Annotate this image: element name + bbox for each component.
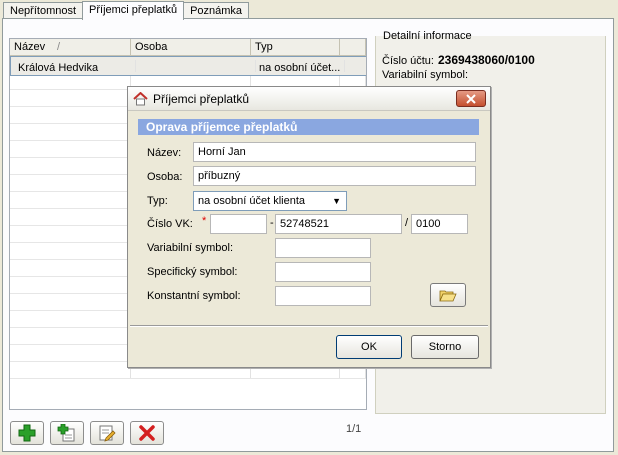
cell-typ: na osobní účet... (256, 60, 345, 72)
nazev-label: Název: (147, 147, 182, 159)
vk-number-input[interactable]: 52748521 (275, 214, 402, 234)
konstantni-input[interactable] (275, 286, 371, 306)
typ-label: Typ: (147, 195, 168, 207)
specificky-input[interactable] (275, 262, 371, 282)
dialog-close-button[interactable] (456, 90, 486, 107)
tab-nepritomnost[interactable]: Nepřítomnost (3, 2, 84, 19)
cell-osoba (136, 60, 256, 72)
delete-x-icon (139, 425, 155, 441)
osoba-input[interactable]: příbuzný (193, 166, 476, 186)
folder-open-icon (439, 290, 457, 301)
detail-account-label: Číslo účtu: (382, 55, 434, 67)
cell-extra (345, 60, 366, 72)
plus-icon (18, 424, 36, 442)
add-copy-button[interactable] (50, 421, 84, 445)
konstantni-label: Konstantní symbol: (147, 290, 241, 302)
pager: 1/1 (346, 423, 362, 435)
typ-select[interactable]: na osobní účet klienta ▼ (193, 191, 347, 211)
vk-bank-input[interactable]: 0100 (411, 214, 468, 234)
tab-poznamka[interactable]: Poznámka (183, 2, 250, 19)
specificky-label: Specifický symbol: (147, 266, 238, 278)
edit-icon (99, 425, 116, 442)
sort-indicator: / (57, 41, 61, 53)
osoba-label: Osoba: (147, 171, 183, 183)
nazev-input[interactable]: Horní Jan (193, 142, 476, 162)
home-icon (133, 92, 148, 106)
detail-variable-symbol-label: Variabilní symbol: (382, 69, 468, 81)
detail-title: Detailní informace (383, 30, 472, 42)
column-header-extra[interactable] (340, 39, 366, 55)
chevron-down-icon: ▼ (332, 196, 341, 206)
cell-nazev: Králová Hedvika (15, 60, 136, 72)
ok-button[interactable]: OK (336, 335, 402, 359)
dialog-titlebar[interactable]: Příjemci přeplatků (128, 87, 490, 111)
dialog-separator (130, 325, 488, 327)
delete-button[interactable] (130, 421, 164, 445)
variabilni-input[interactable] (275, 238, 371, 258)
add-button[interactable] (10, 421, 44, 445)
close-icon (466, 93, 476, 104)
edit-button[interactable] (90, 421, 124, 445)
column-header-typ[interactable]: Typ (251, 39, 340, 55)
column-header-nazev[interactable]: Název / (10, 39, 131, 55)
cislo-vk-label: Číslo VK: (147, 218, 193, 230)
vk-separator-slash: / (405, 217, 409, 229)
column-header-osoba[interactable]: Osoba (131, 39, 251, 55)
tab-strip: Nepřítomnost Příjemci přeplatků Poznámka (3, 0, 250, 20)
detail-account: Číslo účtu: 2369438060/0100 (382, 53, 535, 67)
table-row[interactable]: Králová Hedvika na osobní účet... (10, 56, 366, 76)
dialog-section-header: Oprava příjemce přeplatků (138, 119, 479, 135)
grid-header: Název / Osoba Typ (10, 39, 366, 56)
storno-button[interactable]: Storno (411, 335, 479, 359)
typ-selected-value: na osobní účet klienta (198, 195, 306, 207)
vk-prefix-input[interactable] (210, 214, 267, 234)
required-marker-vk: * (202, 215, 207, 227)
detail-account-value: 2369438060/0100 (437, 53, 535, 67)
vk-separator-dash: - (270, 217, 274, 229)
browse-button[interactable] (430, 283, 466, 307)
tab-prijemci-preplatku[interactable]: Příjemci přeplatků (82, 1, 185, 20)
variabilni-label: Variabilní symbol: (147, 242, 233, 254)
edit-recipient-dialog: Příjemci přeplatků Oprava příjemce přepl… (127, 86, 491, 368)
add-plus-icon (57, 424, 75, 442)
dialog-title: Příjemci přeplatků (153, 92, 250, 106)
